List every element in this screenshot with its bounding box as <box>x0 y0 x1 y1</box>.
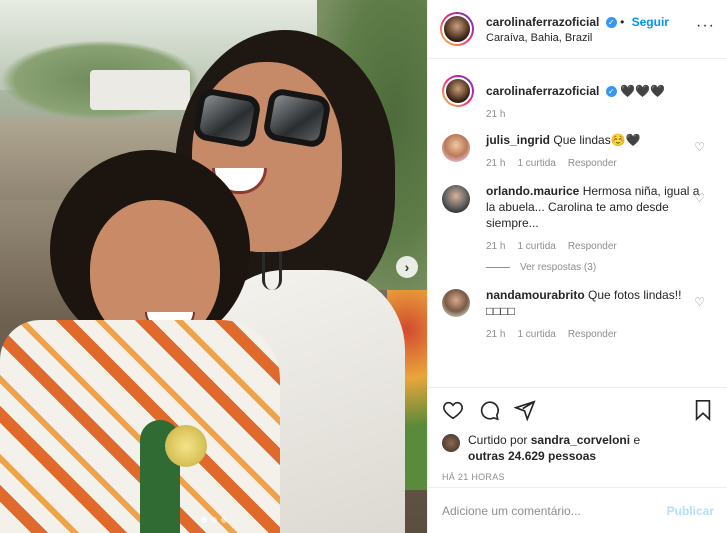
publish-button[interactable]: Publicar <box>667 504 714 518</box>
likes-summary: Curtido por sandra_corveloni e outras 24… <box>442 432 714 464</box>
comment-username[interactable]: julis_ingrid <box>486 133 550 147</box>
comment-likes[interactable]: 1 curtida <box>517 158 555 169</box>
caption-username[interactable]: carolinaferrazoficial <box>486 84 599 98</box>
carousel-dot <box>221 517 227 523</box>
comment-item: nandamourabrito Que fotos lindas!!□□□□ 2… <box>442 287 715 340</box>
sunglasses <box>191 87 334 149</box>
reply-button[interactable]: Responder <box>568 158 617 169</box>
header-username[interactable]: carolinaferrazoficial <box>486 15 599 29</box>
ellipsis-icon[interactable]: ··· <box>696 17 715 35</box>
post-location[interactable]: Caraíva, Bahia, Brazil <box>486 32 669 44</box>
liked-by-user[interactable]: sandra_corveloni <box>531 433 630 447</box>
bookmark-icon[interactable] <box>692 399 714 421</box>
avatar[interactable] <box>442 185 470 213</box>
avatar[interactable] <box>442 134 470 162</box>
comments-list: carolinaferrazoficial ✓ 🖤🖤🖤 21 h julis_i… <box>428 59 727 386</box>
comment-time[interactable]: 21 h <box>486 329 505 340</box>
caption-verified-icon: ✓ <box>605 86 617 98</box>
comment-time[interactable]: 21 h <box>486 158 505 169</box>
comment-icon[interactable] <box>478 399 500 421</box>
carousel-dot <box>211 517 217 523</box>
comment-likes[interactable]: 1 curtida <box>517 241 555 252</box>
caption: carolinaferrazoficial ✓ 🖤🖤🖤 21 h <box>442 75 715 120</box>
post-header: carolinaferrazoficial ✓ • Seguir Caraíva… <box>428 0 727 59</box>
comment-username[interactable]: orlando.maurice <box>486 184 579 198</box>
avatar[interactable] <box>442 75 474 107</box>
heart-icon[interactable]: ♡ <box>694 140 705 154</box>
heart-icon[interactable] <box>442 399 464 421</box>
comment-text: Que lindas☺️🖤 <box>553 133 641 147</box>
carousel-dots <box>201 517 227 523</box>
comment-item: julis_ingrid Que lindas☺️🖤 21 h 1 curtid… <box>442 132 715 169</box>
post-actions: Curtido por sandra_corveloni e outras 24… <box>428 387 727 482</box>
liked-by-prefix: Curtido por <box>468 433 528 447</box>
flower-head <box>165 425 207 467</box>
reply-button[interactable]: Responder <box>568 329 617 340</box>
post-photo[interactable]: › <box>0 0 427 533</box>
comment-item: orlando.maurice Hermosa niña, igual a la… <box>442 183 715 273</box>
carousel-dot <box>201 517 207 523</box>
photo-house <box>90 70 190 110</box>
comment-time[interactable]: 21 h <box>486 241 505 252</box>
avatar[interactable] <box>442 434 460 452</box>
avatar[interactable] <box>440 12 474 46</box>
comment-username[interactable]: nandamourabrito <box>486 288 585 302</box>
follow-button[interactable]: Seguir <box>632 15 669 29</box>
add-comment-bar: Adicione um comentário... Publicar <box>428 487 727 533</box>
comment-likes[interactable]: 1 curtida <box>517 329 555 340</box>
post-timestamp[interactable]: HÁ 21 HORAS <box>442 472 714 482</box>
share-icon[interactable] <box>514 399 536 421</box>
reply-button[interactable]: Responder <box>568 241 617 252</box>
necklace <box>262 252 282 290</box>
carousel-next-button[interactable]: › <box>396 256 418 278</box>
heart-icon[interactable]: ♡ <box>694 191 705 205</box>
comment-input[interactable]: Adicione um comentário... <box>442 504 667 518</box>
liked-by-others[interactable]: outras 24.629 pessoas <box>468 449 596 463</box>
liked-by-conjunction: e <box>633 433 641 447</box>
caption-text: 🖤🖤🖤 <box>620 84 665 98</box>
avatar[interactable] <box>442 289 470 317</box>
post-sidebar: carolinaferrazoficial ✓ • Seguir Caraíva… <box>427 0 727 533</box>
view-replies-button[interactable]: Ver respostas (3) <box>486 262 701 273</box>
heart-icon[interactable]: ♡ <box>694 295 705 309</box>
caption-time[interactable]: 21 h <box>486 109 505 120</box>
verified-badge-icon: ✓ <box>605 16 617 28</box>
view-replies-label: Ver respostas (3) <box>520 262 597 273</box>
